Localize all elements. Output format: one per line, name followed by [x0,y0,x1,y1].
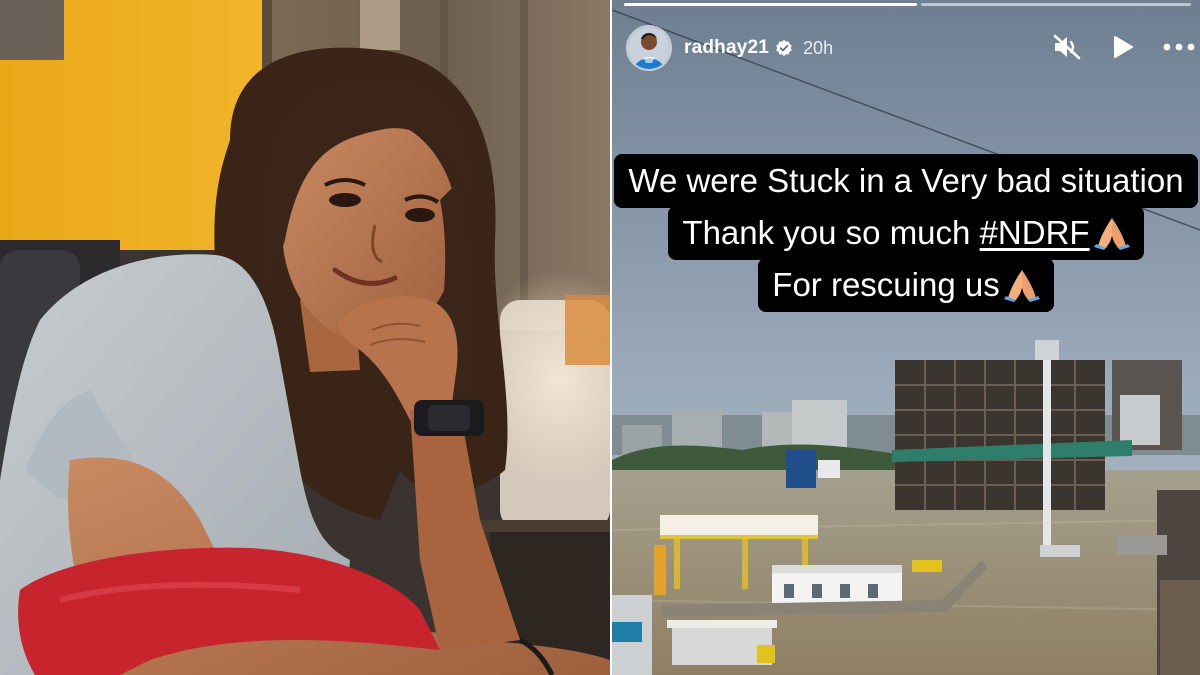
portrait-photo [0,0,610,675]
folded-hands-emoji-icon [1003,270,1040,302]
story-viewer[interactable]: radhay21 20h We were Stuck in a Very bad… [612,0,1200,675]
flood-scene-image [612,0,1200,675]
story-controls [1050,30,1196,64]
portrait-photo-scene [0,0,610,675]
caption-line-2-text: Thank you so much [682,214,980,251]
hashtag-link[interactable]: #NDRF [980,214,1090,251]
more-options-icon [1163,43,1195,51]
story-progress-next [921,3,1191,6]
story-progress-current [624,3,917,6]
mute-button[interactable] [1050,30,1084,64]
folded-hands-emoji-icon [1093,218,1130,250]
caption-line-2: Thank you so much #NDRF [668,206,1144,260]
play-button[interactable] [1106,30,1140,64]
caption-line-3: For rescuing us [758,258,1054,312]
speaker-muted-icon [1053,34,1081,60]
play-icon [1114,36,1133,58]
caption-line-1: We were Stuck in a Very bad situation [614,154,1198,208]
story-timestamp: 20h [803,37,834,58]
verified-badge-icon [776,39,792,57]
story-caption: We were Stuck in a Very bad situation Th… [612,154,1200,312]
story-header: radhay21 20h [626,22,1196,74]
more-options-button[interactable] [1162,30,1196,64]
caption-line-3-text: For rescuing us [772,266,1000,303]
avatar-image [628,27,670,69]
story-username[interactable]: radhay21 [684,37,769,59]
user-avatar[interactable] [626,25,672,71]
